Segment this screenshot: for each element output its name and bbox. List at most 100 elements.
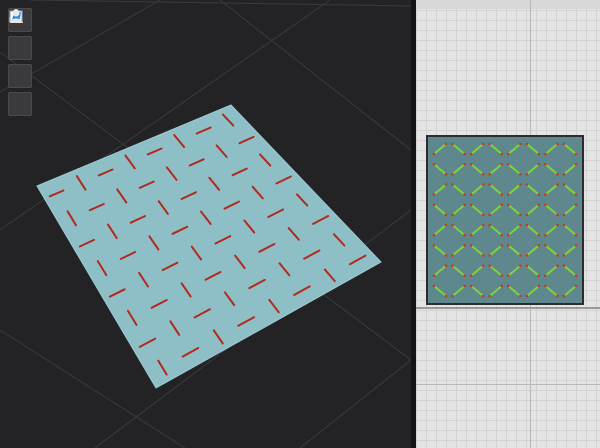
stitch-point bbox=[544, 284, 547, 288]
stitch-point bbox=[463, 203, 466, 207]
stitch-point bbox=[463, 162, 466, 166]
stitch-2d bbox=[507, 285, 521, 297]
stitch-2d bbox=[489, 224, 503, 236]
stitch-point bbox=[469, 203, 473, 207]
stitch-point bbox=[444, 254, 448, 257]
stitch-point bbox=[518, 223, 522, 227]
stitch-2d bbox=[470, 143, 484, 155]
stitch-point bbox=[525, 213, 529, 217]
3d-viewport[interactable] bbox=[0, 0, 411, 448]
stitch-2d bbox=[544, 224, 559, 236]
stitch-point bbox=[506, 193, 510, 196]
stitch-point bbox=[506, 152, 510, 156]
avatar-button[interactable] bbox=[8, 10, 32, 60]
stitch-point bbox=[537, 152, 541, 156]
stitch-point bbox=[537, 284, 541, 288]
stitch-point bbox=[556, 254, 559, 257]
stitch-point bbox=[432, 284, 436, 288]
stitch-point bbox=[463, 233, 466, 237]
stitch-point bbox=[556, 294, 559, 298]
stitch-point bbox=[562, 213, 566, 217]
stitch-2d bbox=[563, 163, 577, 176]
stitch-point bbox=[451, 223, 454, 227]
stitch-point bbox=[463, 284, 466, 288]
stitch-point bbox=[506, 284, 510, 288]
stitch-2d bbox=[526, 224, 540, 236]
stitch-2d bbox=[489, 143, 503, 155]
stitch-2d bbox=[470, 204, 484, 216]
stitch-point bbox=[518, 213, 522, 217]
stitch-2d bbox=[526, 204, 540, 216]
stitch-2d bbox=[507, 143, 521, 155]
stitch-point bbox=[544, 244, 547, 247]
stitch-point bbox=[537, 162, 541, 166]
stitch-point bbox=[562, 172, 566, 176]
stitch-point bbox=[500, 162, 504, 166]
stitch-2d bbox=[451, 163, 466, 176]
texture-button[interactable] bbox=[8, 10, 32, 88]
stitch-2d bbox=[544, 163, 559, 176]
stitch-point bbox=[481, 294, 485, 298]
stitch-point bbox=[451, 264, 454, 268]
fabric-piece-3d[interactable] bbox=[36, 104, 382, 389]
stitch-2d bbox=[526, 183, 540, 196]
stitch-2d bbox=[451, 224, 466, 236]
grid-axis-horizontal bbox=[416, 384, 600, 385]
stitch-point bbox=[469, 274, 473, 278]
stitch-point bbox=[544, 193, 547, 196]
stitch-2d bbox=[470, 183, 484, 196]
3d-scene bbox=[0, 0, 411, 448]
stitch-point bbox=[451, 213, 454, 217]
stitch-2d bbox=[544, 183, 559, 196]
stitch-2d bbox=[526, 264, 540, 277]
user-button[interactable] bbox=[8, 9, 32, 116]
stitch-2d bbox=[507, 244, 521, 257]
stitch-point bbox=[574, 274, 578, 278]
stitch-point bbox=[500, 152, 504, 156]
stitch-point bbox=[488, 254, 492, 257]
stitch-point bbox=[432, 162, 436, 166]
stitch-2d bbox=[451, 285, 466, 297]
stitch-2d bbox=[507, 163, 521, 176]
stitch-2d bbox=[433, 143, 447, 155]
stitch-point bbox=[481, 254, 485, 257]
stitch-point bbox=[481, 183, 485, 186]
stitch-point bbox=[562, 294, 566, 298]
stitch-point bbox=[556, 223, 559, 227]
stitch-point bbox=[556, 183, 559, 186]
stitch-2d bbox=[507, 264, 521, 277]
stitch-2d bbox=[451, 143, 466, 155]
stitch-point bbox=[574, 203, 578, 207]
stitch-2d bbox=[470, 285, 484, 297]
stitch-point bbox=[518, 254, 522, 257]
stitch-2d bbox=[563, 183, 577, 196]
stitch-point bbox=[562, 254, 566, 257]
stitch-2d bbox=[544, 264, 559, 277]
stitch-point bbox=[469, 162, 473, 166]
pattern-piece-2d[interactable] bbox=[426, 135, 584, 305]
stitch-point bbox=[544, 233, 547, 237]
stitch-2d bbox=[451, 264, 466, 277]
stitch-point bbox=[432, 203, 436, 207]
stitch-2d bbox=[489, 264, 503, 277]
stitch-2d bbox=[470, 224, 484, 236]
stitch-point bbox=[463, 152, 466, 156]
stitch-point bbox=[562, 183, 566, 186]
stitch-2d bbox=[526, 244, 540, 257]
stitch-2d bbox=[544, 285, 559, 297]
stitch-point bbox=[544, 274, 547, 278]
2d-pattern-viewport[interactable] bbox=[416, 0, 600, 448]
stitch-point bbox=[444, 172, 448, 176]
stitch-point bbox=[488, 294, 492, 298]
stitch-point bbox=[481, 264, 485, 268]
stitch-point bbox=[432, 244, 436, 247]
stitch-point bbox=[432, 233, 436, 237]
stitch-point bbox=[488, 172, 492, 176]
stitch-2d bbox=[489, 244, 503, 257]
stitch-2d bbox=[489, 183, 503, 196]
stitch-point bbox=[488, 183, 492, 186]
stitch-point bbox=[506, 233, 510, 237]
stitch-2d bbox=[451, 244, 466, 257]
stitch-2d bbox=[489, 285, 503, 297]
stitch-point bbox=[556, 142, 559, 146]
